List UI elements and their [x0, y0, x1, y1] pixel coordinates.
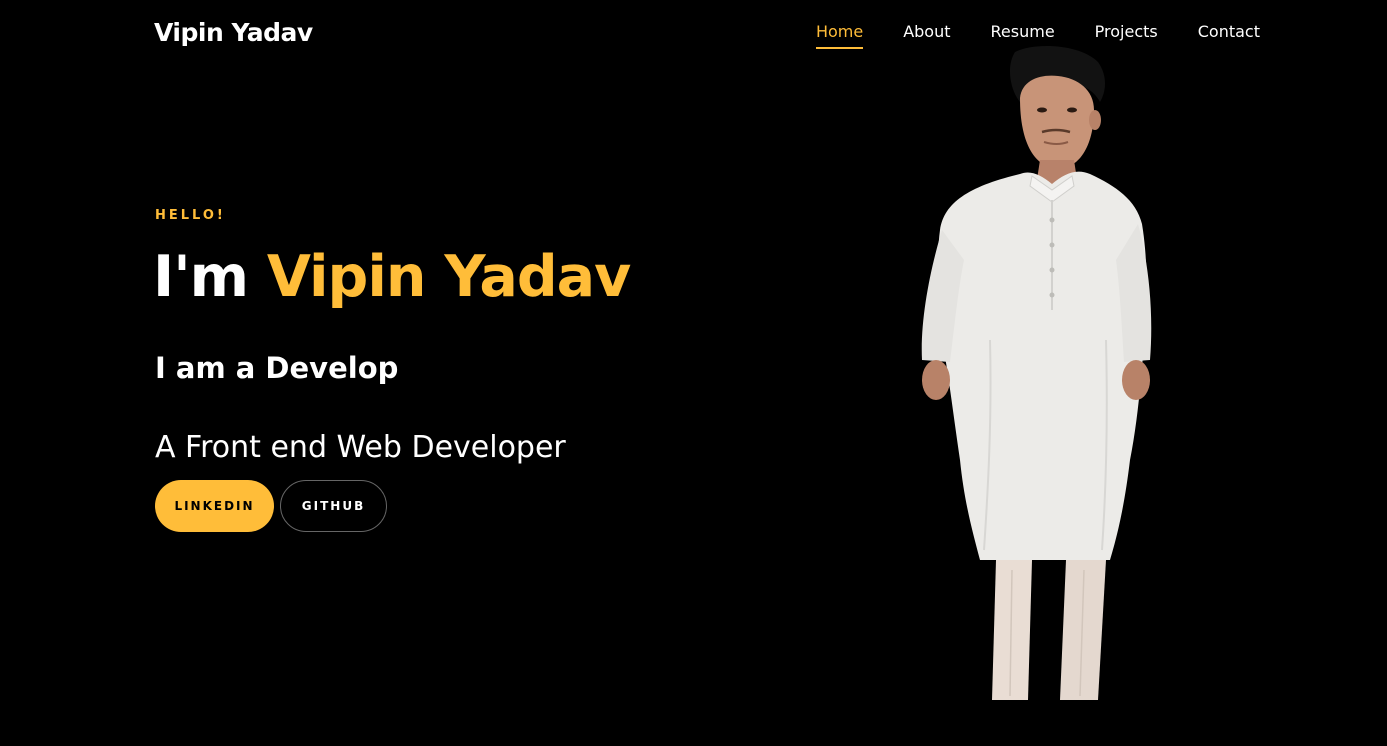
hero-sub-headline: I am a Develop [155, 351, 399, 385]
hero-tagline: A Front end Web Developer [155, 430, 566, 465]
nav-link-home[interactable]: Home [815, 22, 864, 49]
github-button[interactable]: GITHUB [280, 480, 387, 532]
headline-name: Vipin Yadav [266, 244, 631, 310]
nav-link-contact[interactable]: Contact [1198, 22, 1260, 47]
linkedin-button[interactable]: LINKEDIN [155, 480, 274, 532]
site-logo[interactable]: Vipin Yadav [154, 18, 313, 47]
headline-prefix: I'm [153, 244, 267, 310]
hero-greeting: HELLO! [155, 208, 226, 223]
person-portrait-photo [921, 46, 1152, 700]
hero-buttons: LINKEDIN GITHUB [155, 480, 387, 532]
hero-headline: I'm Vipin Yadav [153, 244, 631, 310]
portfolio-page: Vipin Yadav Home About Resume Projects C… [0, 0, 1387, 746]
